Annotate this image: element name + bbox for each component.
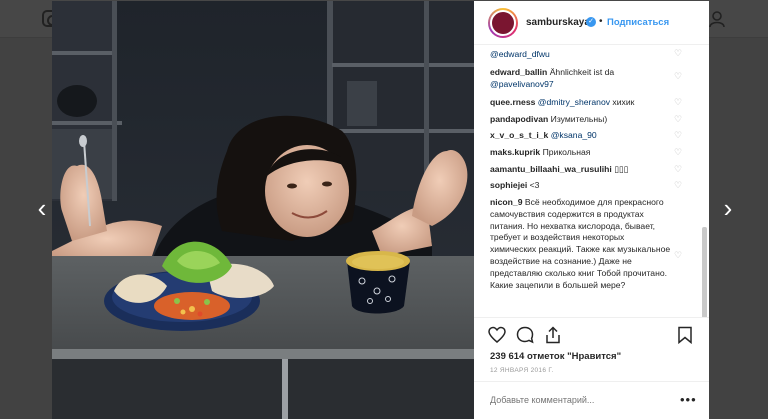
comment-author[interactable]: nicon_9 [490, 197, 522, 207]
comment-item: aamantu_billaahi_wa_rusulihi ▯▯▯ [490, 164, 672, 176]
comment-mention[interactable]: @edward_dfwu [490, 49, 550, 59]
comment-text: Всё необходимое для прекрасного самочувс… [490, 197, 671, 290]
comment-like-heart-icon[interactable]: ♡ [674, 148, 683, 157]
comment-like-heart-icon[interactable]: ♡ [674, 181, 683, 190]
next-post-button[interactable]: › [718, 195, 738, 221]
comment-item: maks.kuprik Прикольная [490, 147, 672, 159]
bookmark-icon[interactable] [676, 326, 694, 344]
comment-like-heart-icon[interactable]: ♡ [674, 72, 683, 81]
post-date[interactable]: 12 ЯНВАРЯ 2016 Г. [490, 367, 553, 374]
comment-mention[interactable]: @ksana_90 [551, 130, 597, 140]
post-actions [474, 317, 709, 347]
comment-author[interactable]: quee.rness [490, 97, 535, 107]
comment-text: Прикольная [542, 147, 591, 157]
username-link[interactable]: samburskaya [526, 17, 590, 28]
comments-scrollbar[interactable] [702, 227, 707, 317]
comment-author[interactable]: x_v_o_s_t_i_k [490, 130, 548, 140]
comment-text: хихик [612, 97, 635, 107]
comment-mention[interactable]: @dmitry_sheranov [538, 97, 610, 107]
likes-suffix: отметок "Нравится" [526, 351, 622, 362]
comment-like-heart-icon[interactable]: ♡ [674, 98, 683, 107]
share-arrow-icon[interactable] [544, 326, 562, 344]
verified-badge-icon: ✓ [586, 17, 596, 27]
comment-item: @edward_dfwu [490, 49, 672, 61]
comment-item: pandapodivan Изумительны) [490, 114, 672, 126]
comment-author[interactable]: edward_ballin [490, 67, 547, 77]
comment-text: Ähnlichkeit ist da [549, 67, 615, 77]
post-side-panel: samburskaya ✓ • Подписаться @edward_dfwu… [474, 1, 709, 419]
photo-illustration [52, 1, 474, 419]
comments-list[interactable]: @edward_dfwu ♡ edward_ballin Ähnlichkeit… [474, 45, 709, 317]
comment-mention[interactable]: @pavelivanov97 [490, 79, 554, 89]
likes-number: 239 614 [490, 351, 525, 362]
comment-item: edward_ballin Ähnlichkeit ist da @paveli… [490, 67, 672, 91]
comment-item: x_v_o_s_t_i_k @ksana_90 [490, 130, 672, 142]
comment-like-heart-icon[interactable]: ♡ [674, 251, 683, 260]
comment-text: <3 [529, 180, 540, 190]
add-comment-bar: ••• [474, 381, 709, 419]
heart-outline-icon[interactable] [488, 326, 506, 344]
avatar[interactable] [488, 8, 518, 38]
comment-author[interactable]: pandapodivan [490, 114, 548, 124]
previous-post-button[interactable]: ‹ [32, 195, 52, 221]
comment-item: sophiejei <3 [490, 180, 672, 192]
comment-like-heart-icon[interactable]: ♡ [674, 49, 683, 58]
comment-text: ▯▯▯ [614, 164, 629, 174]
post-photo[interactable] [52, 1, 474, 419]
comment-author[interactable]: maks.kuprik [490, 147, 540, 157]
post-header: samburskaya ✓ • Подписаться [474, 1, 709, 45]
comment-author[interactable]: aamantu_billaahi_wa_rusulihi [490, 164, 612, 174]
comment-text: Изумительны) [550, 114, 608, 124]
comment-like-heart-icon[interactable]: ♡ [674, 115, 683, 124]
more-options-button[interactable]: ••• [680, 392, 697, 407]
add-comment-input[interactable] [490, 395, 670, 405]
separator: • [599, 16, 603, 27]
comment-author[interactable]: sophiejei [490, 180, 527, 190]
comment-item: nicon_9 Всё необходимое для прекрасного … [490, 197, 672, 291]
comment-like-heart-icon[interactable]: ♡ [674, 131, 683, 140]
follow-button[interactable]: Подписаться [607, 17, 669, 28]
comment-bubble-icon[interactable] [516, 326, 534, 344]
likes-count[interactable]: 239 614 отметок "Нравится" [490, 351, 621, 362]
comment-item: quee.rness @dmitry_sheranov хихик [490, 97, 672, 109]
comment-like-heart-icon[interactable]: ♡ [674, 165, 683, 174]
